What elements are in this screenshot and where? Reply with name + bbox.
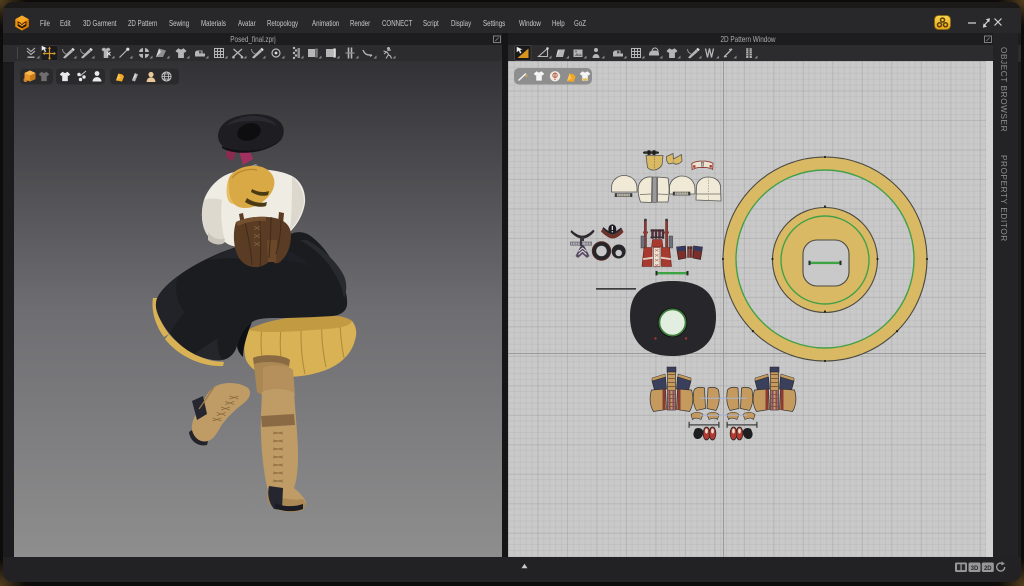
svg-text:2D: 2D	[984, 566, 992, 572]
svg-text:3D: 3D	[971, 566, 979, 572]
